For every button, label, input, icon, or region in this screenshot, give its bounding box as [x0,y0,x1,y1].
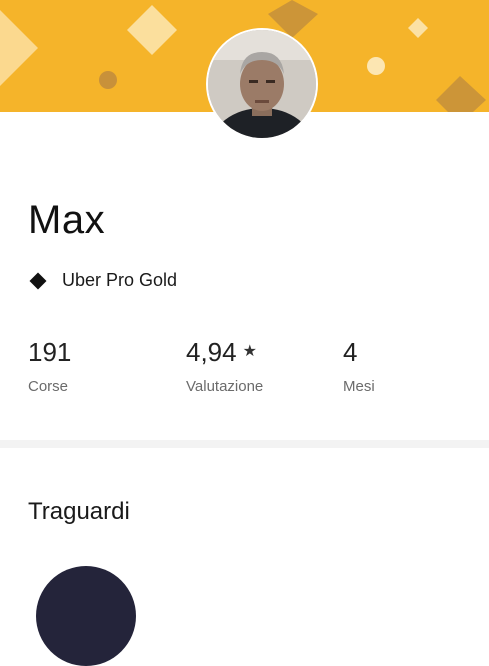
stat-months: 4 Mesi [343,336,375,395]
tier-badge[interactable]: Uber Pro Gold [28,270,177,291]
driver-name: Max [28,198,106,242]
profile-avatar[interactable] [208,30,316,138]
stat-trips: 191 Corse [28,336,71,395]
milestone-badge-icon[interactable] [36,566,136,666]
diamond-icon [29,272,47,289]
stat-months-value: 4 [343,337,358,367]
stat-trips-label: Corse [28,378,69,395]
tier-label: Uber Pro Gold [62,270,178,290]
avatar-photo [208,30,316,138]
stat-rating-value: 4,94 [186,337,237,367]
stat-rating: 4,94 ★ Valutazione [186,336,263,395]
star-icon: ★ [242,343,257,360]
section-divider [0,440,489,448]
stat-rating-label: Valutazione [186,378,264,395]
milestones-title: Traguardi [28,498,130,525]
stat-months-label: Mesi [343,378,375,395]
stat-trips-value: 191 [28,337,72,367]
